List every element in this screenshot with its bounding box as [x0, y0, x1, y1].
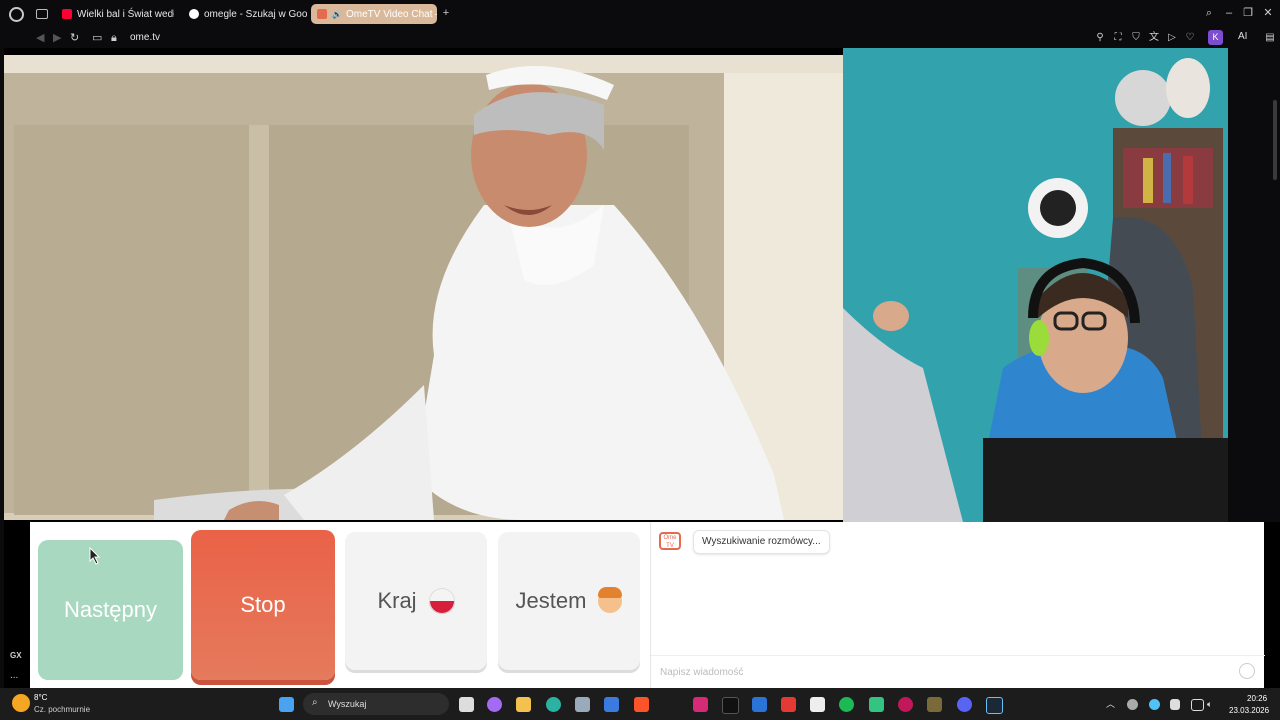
windows-start-icon[interactable]	[279, 697, 294, 712]
wps-icon[interactable]	[781, 697, 796, 712]
shield-icon[interactable]: ⛉	[1130, 31, 1142, 44]
country-label: Kraj	[377, 588, 417, 613]
poland-flag-icon	[428, 588, 455, 614]
profile-avatar[interactable]: K	[1208, 30, 1223, 45]
store-icon[interactable]	[575, 697, 590, 712]
search-icon[interactable]: ⌕	[1203, 7, 1215, 19]
page-right-margin	[1228, 48, 1280, 522]
app-icon[interactable]	[927, 697, 942, 712]
stop-button[interactable]: Stop	[191, 530, 335, 680]
next-button[interactable]: Następny	[38, 540, 183, 680]
tab-label: omegle - Szukaj w Google	[204, 8, 307, 20]
heart-icon[interactable]: ♡	[1184, 31, 1196, 44]
scrollbar[interactable]	[1273, 100, 1277, 180]
emoji-picker-icon[interactable]	[1239, 663, 1255, 679]
tab-google[interactable]: omegle - Szukaj w Google	[183, 4, 307, 24]
search-icon: ⌕	[312, 697, 318, 708]
stop-label: Stop	[240, 592, 286, 617]
tab-label: OmeTV Video Chat —	[345, 8, 437, 20]
new-tab-icon[interactable]: +	[440, 7, 452, 19]
back-icon[interactable]: ◀	[36, 31, 44, 45]
tab-youtube[interactable]: Wielki bal i Świat według K	[56, 4, 174, 24]
onedrive-icon[interactable]	[1149, 699, 1160, 710]
message-input[interactable]	[658, 662, 1222, 682]
bookmark-icon[interactable]: ▤	[1264, 31, 1276, 44]
url-field[interactable]: ome.tv	[130, 31, 160, 45]
brave-icon[interactable]	[634, 697, 649, 712]
lock-icon[interactable]: 🔒︎	[111, 31, 117, 45]
control-panel: Następny Stop Kraj Jestem Ome TV Wyszuki…	[30, 522, 1265, 688]
weather-icon[interactable]	[12, 694, 30, 712]
tab-label: Wielki bal i Świat według K	[77, 8, 174, 20]
google-icon	[189, 9, 199, 19]
country-button[interactable]: Kraj	[345, 532, 487, 670]
excel-icon[interactable]	[869, 697, 884, 712]
taskbar-search[interactable]: ⌕	[303, 693, 449, 715]
gender-label: Jestem	[515, 588, 587, 613]
weather-desc: Cz. pochmurnie	[34, 705, 91, 714]
play-icon[interactable]: ▷	[1166, 31, 1178, 44]
stranger-video-frame	[4, 55, 843, 520]
taskbar-search-label: Wyszukaj	[328, 699, 367, 709]
boy-emoji-icon	[598, 587, 623, 613]
camera-icon[interactable]: ▭	[92, 31, 102, 45]
snapshot-icon[interactable]: ⛶	[1112, 31, 1124, 44]
address-bar: ◀ ▶ ↻ ▭ 🔒︎ ome.tv ⚲ ⛶ ⛉ 文 ▷ ♡ ▤	[0, 28, 1280, 48]
calendar-icon[interactable]	[752, 697, 767, 712]
opera-gx-icon[interactable]	[898, 697, 913, 712]
steam-icon[interactable]	[986, 697, 1003, 714]
discord-icon[interactable]	[957, 697, 972, 712]
mouse-cursor-icon	[89, 547, 101, 565]
close-icon[interactable]: ✕	[1262, 7, 1274, 19]
volume-icon[interactable]: 🔈︎	[1207, 699, 1217, 709]
clock-time[interactable]: 20:26	[1247, 694, 1267, 703]
ai-button[interactable]: AI	[1238, 31, 1247, 42]
maximize-icon[interactable]: ❐	[1242, 7, 1254, 19]
minimize-icon[interactable]: –	[1223, 7, 1235, 19]
status-message: Wyszukiwanie rozmówcy...	[693, 530, 830, 554]
gx-button[interactable]: GX	[10, 651, 22, 660]
chat-panel: Ome TV Wyszukiwanie rozmówcy...	[650, 522, 1265, 688]
tab-overview-icon[interactable]	[36, 9, 48, 19]
forward-icon[interactable]: ▶	[53, 31, 61, 45]
browser-tab-bar: Wielki bal i Świat według K omegle - Szu…	[0, 0, 1280, 28]
clock-date[interactable]: 23.03.2026	[1229, 706, 1269, 715]
youtube-icon	[62, 9, 72, 19]
mail-icon[interactable]	[604, 697, 619, 712]
tab-ometv[interactable]: 🔊 OmeTV Video Chat —	[311, 4, 437, 24]
instagram-icon[interactable]	[693, 697, 708, 712]
reload-icon[interactable]: ↻	[70, 31, 79, 45]
pin-icon[interactable]: ⚲	[1094, 31, 1106, 44]
edge-icon[interactable]	[546, 697, 561, 712]
file-explorer-icon[interactable]	[516, 697, 531, 712]
self-video-frame	[843, 48, 1228, 522]
chevron-up-icon[interactable]: ︿	[1106, 699, 1116, 709]
tray-app-icon[interactable]	[1127, 699, 1138, 710]
translate-icon[interactable]: 文	[1148, 31, 1160, 44]
gender-button[interactable]: Jestem	[498, 532, 640, 670]
ometv-favicon	[317, 9, 327, 19]
copilot-icon[interactable]	[487, 697, 502, 712]
tiktok-icon[interactable]	[722, 697, 739, 714]
speaker-icon[interactable]: 🔊	[332, 10, 342, 19]
microphone-icon[interactable]	[1170, 699, 1180, 710]
ubisoft-icon[interactable]	[810, 697, 825, 712]
spotify-icon[interactable]	[839, 697, 854, 712]
chat-input-area	[651, 655, 1265, 688]
sidebar-more-button[interactable]: ...	[10, 670, 18, 681]
network-icon[interactable]	[1191, 699, 1204, 711]
stranger-video	[4, 55, 843, 520]
opera-menu-icon[interactable]	[9, 7, 24, 22]
ometv-logo-icon: Ome TV	[659, 532, 681, 550]
weather-temp: 8°C	[34, 693, 48, 702]
next-label: Następny	[64, 597, 157, 622]
task-view-icon[interactable]	[459, 697, 474, 712]
self-video	[843, 48, 1228, 522]
windows-taskbar: ︿ 🔈︎	[0, 688, 1280, 720]
